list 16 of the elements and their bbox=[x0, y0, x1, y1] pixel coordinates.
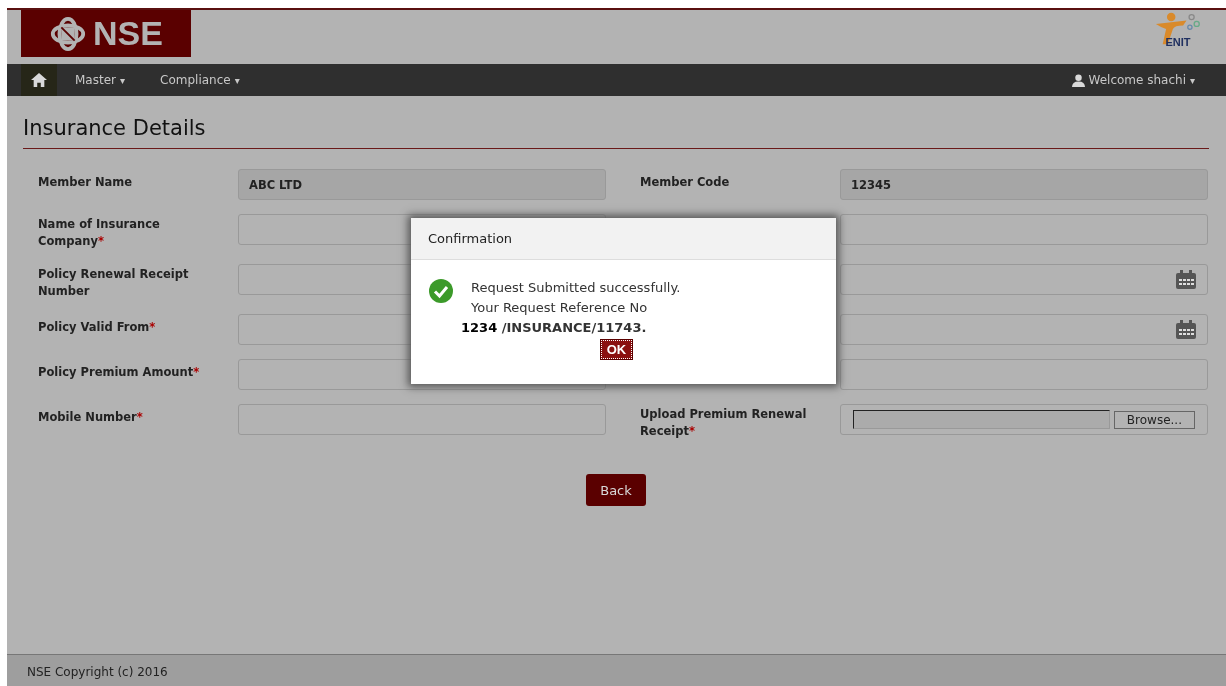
page-title: Insurance Details bbox=[23, 116, 207, 140]
field-label: Name of Insurance Company* bbox=[38, 216, 161, 250]
dialog-message: Your Request Reference No bbox=[470, 299, 649, 317]
field-label: Member Code bbox=[640, 174, 730, 191]
field-label: Policy Valid From* bbox=[38, 319, 156, 336]
copyright-text: NSE Copyright (c) 2016 bbox=[27, 664, 168, 679]
field-label: Policy Premium Amount* bbox=[38, 364, 200, 381]
partner-logo: ENIT bbox=[1150, 12, 1206, 48]
dialog-title: Confirmation bbox=[428, 231, 513, 246]
reference-number: 1234 /INSURANCE/11743. bbox=[461, 319, 648, 337]
field-label: Mobile Number* bbox=[38, 409, 143, 426]
dialog-message: Request Submitted successfully. bbox=[470, 279, 681, 297]
nse-logo: NSE bbox=[21, 10, 191, 57]
field-label: Policy Renewal Receipt Number bbox=[38, 266, 190, 300]
field-label: Upload Premium Renewal Receipt* bbox=[640, 406, 808, 440]
field-label: Member Name bbox=[38, 174, 133, 191]
